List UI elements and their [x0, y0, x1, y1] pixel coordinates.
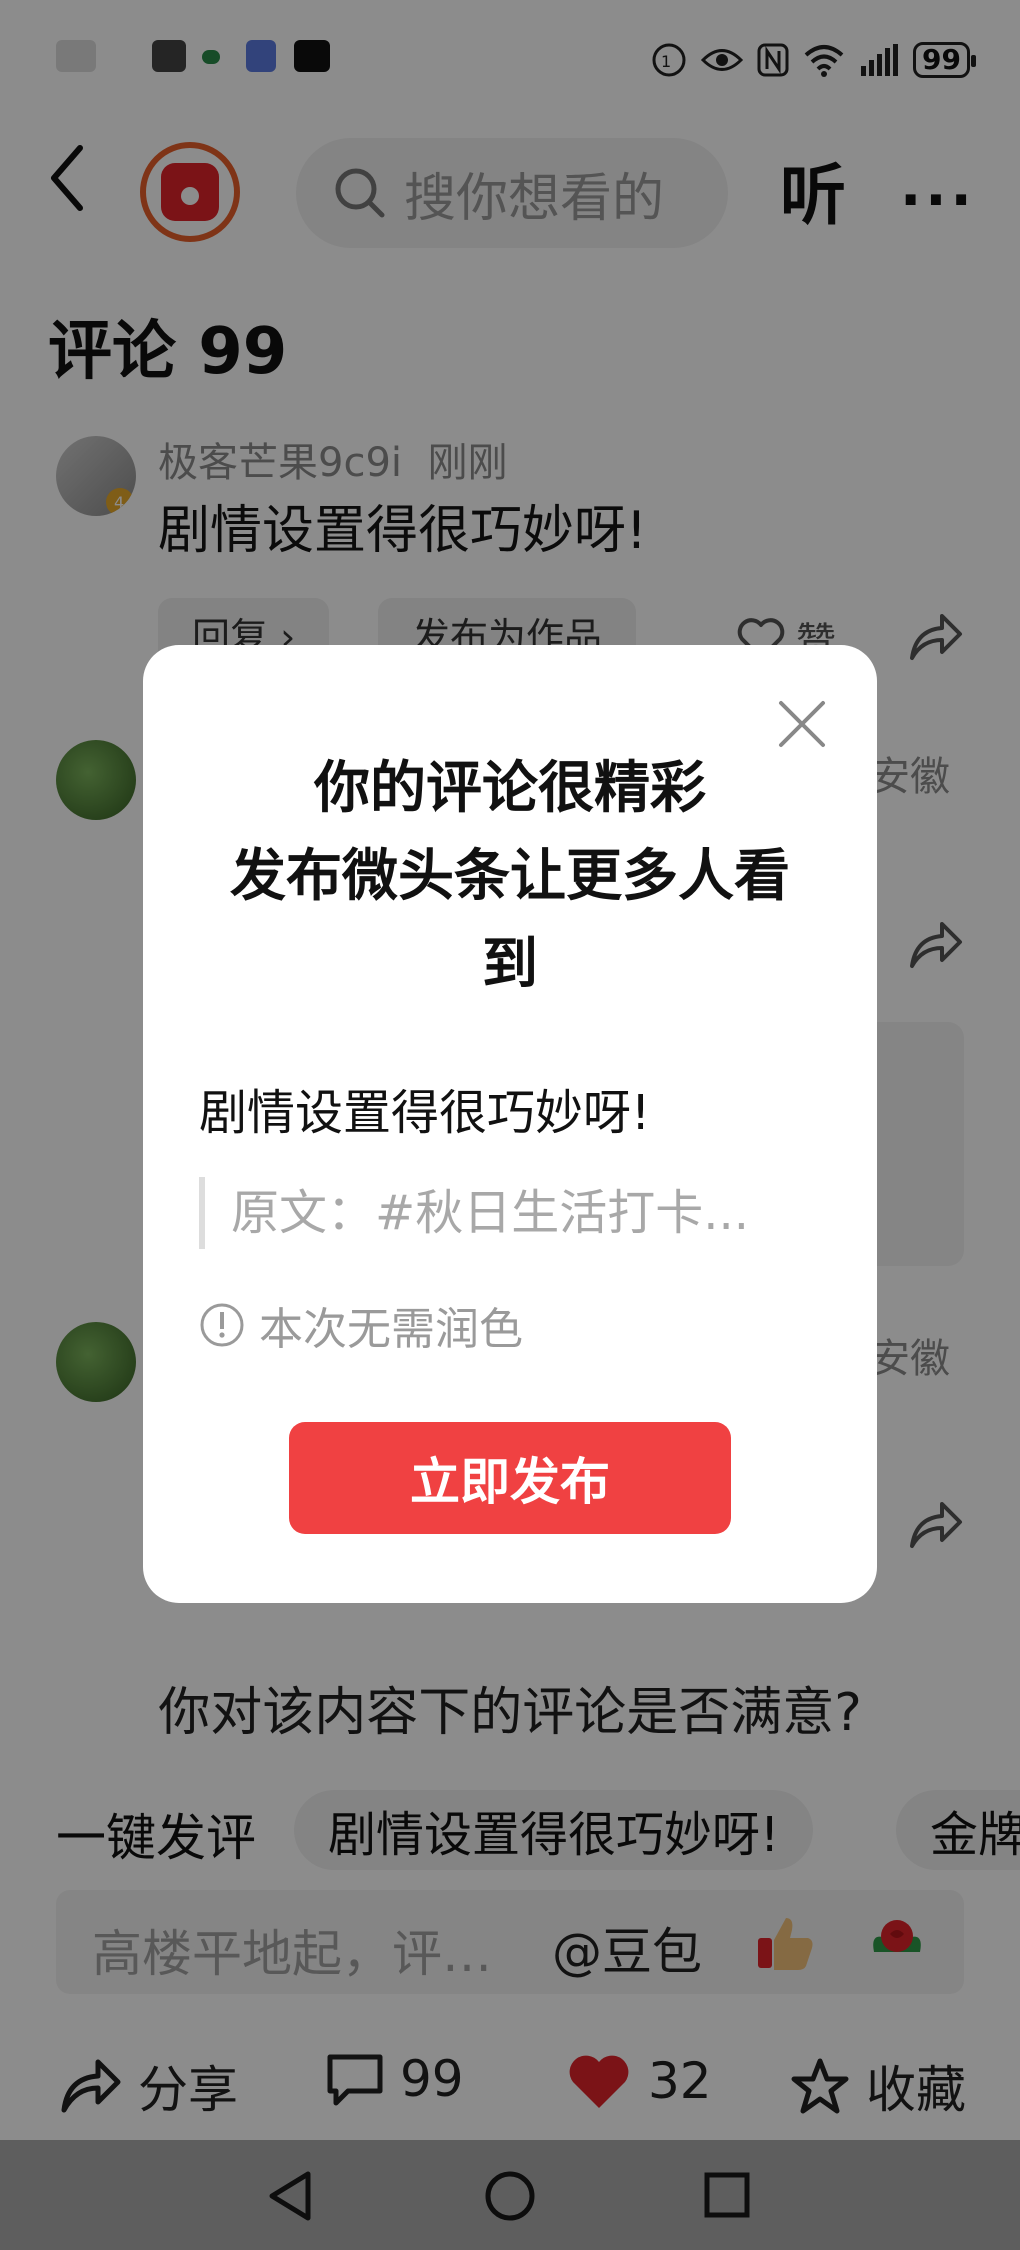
status-dim-overlay	[0, 0, 1020, 102]
publish-dialog: 你的评论很精彩 发布微头条让更多人看 到 剧情设置得很巧妙呀! 原文：#秋日生活…	[143, 645, 877, 1603]
publish-now-button[interactable]: 立即发布	[289, 1422, 731, 1534]
nav-dim-overlay	[0, 2140, 1020, 2250]
close-icon[interactable]	[777, 699, 827, 749]
dialog-title: 你的评论很精彩 发布微头条让更多人看 到	[183, 745, 837, 1009]
dialog-title-line: 发布微头条让更多人看	[230, 844, 790, 909]
info-icon	[200, 1303, 244, 1347]
dialog-title-line: 你的评论很精彩	[314, 756, 706, 821]
dialog-title-line: 到	[482, 932, 538, 997]
dialog-hint-text: 本次无需润色	[259, 1304, 523, 1355]
dialog-original-quote: 原文：#秋日生活打卡...	[199, 1177, 799, 1249]
dialog-comment-text: 剧情设置得很巧妙呀!	[199, 1085, 651, 1141]
dialog-hint: 本次无需润色	[199, 1293, 523, 1357]
